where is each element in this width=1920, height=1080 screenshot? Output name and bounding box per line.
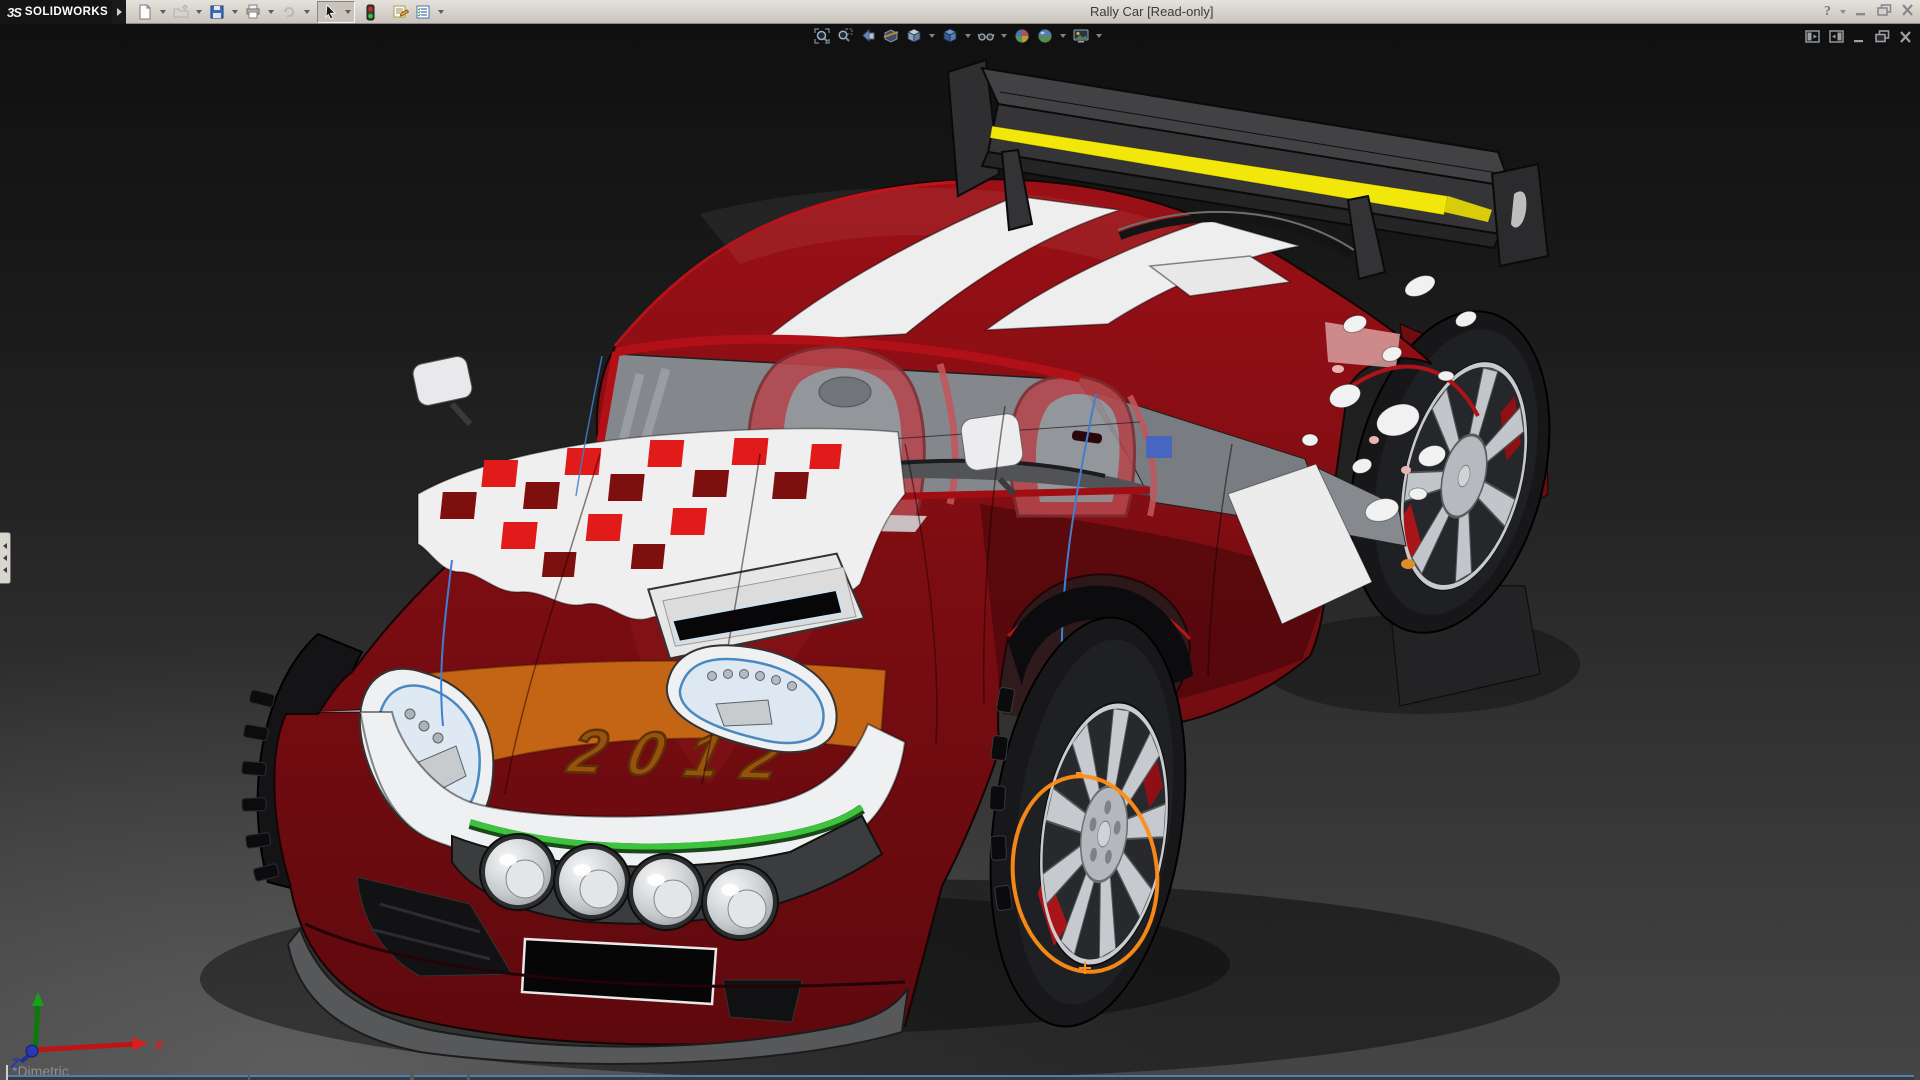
undo-button[interactable] [278, 2, 300, 22]
doc-restore-icon [1875, 30, 1890, 43]
bottom-tab-segment[interactable] [470, 1075, 1914, 1080]
zoom-to-fit-button[interactable] [812, 26, 832, 45]
help-dropdown-caret[interactable] [1840, 10, 1846, 14]
select-tool-button[interactable] [318, 2, 342, 22]
open-document-icon [173, 4, 189, 20]
print-button[interactable] [242, 2, 264, 22]
triad-y-axis [32, 992, 44, 1006]
section-view-button[interactable] [881, 26, 901, 45]
bottom-tab-segment[interactable] [414, 1075, 467, 1080]
view-settings-caret[interactable] [1096, 34, 1102, 38]
edit-appearance-icon [1013, 27, 1031, 45]
save-dropdown-caret[interactable] [232, 10, 238, 14]
doc-close-icon [1899, 31, 1912, 43]
comment-note-icon [392, 4, 409, 20]
standard-toolbar [134, 0, 447, 24]
new-dropdown-caret[interactable] [160, 10, 166, 14]
section-view-icon [882, 27, 900, 45]
previous-view-button[interactable] [858, 26, 878, 45]
triad-x-axis [132, 1037, 148, 1051]
hide-show-items-icon [977, 27, 995, 45]
zoom-to-area-icon [836, 27, 854, 45]
comment-button[interactable] [389, 2, 411, 22]
traffic-light-icon [363, 4, 377, 21]
bottom-tab-segment[interactable] [8, 1075, 248, 1080]
select-dropdown-caret[interactable] [345, 10, 351, 14]
graphics-area[interactable]: 2012 [0, 24, 1920, 1080]
solidworks-window: { "titlebar": { "brand": { "mark": "3S",… [0, 0, 1920, 1080]
view-settings-button[interactable] [1071, 26, 1091, 45]
collapse-arrow-icon [3, 567, 7, 573]
undo-dropdown-caret[interactable] [304, 10, 310, 14]
close-button[interactable] [1901, 3, 1914, 21]
tile-left-icon [1805, 30, 1820, 43]
apply-scene-button[interactable] [1035, 26, 1055, 45]
tile-left-button[interactable] [1805, 30, 1820, 48]
options-button[interactable] [412, 2, 434, 22]
previous-view-icon [859, 27, 877, 45]
orientation-triad: X Z [8, 988, 188, 1072]
doc-minimize-button[interactable] [1853, 30, 1866, 48]
print-dropdown-caret[interactable] [268, 10, 274, 14]
minimize-icon [1855, 5, 1868, 16]
display-style-button[interactable] [940, 26, 960, 45]
triad-x-label: X [153, 1037, 165, 1053]
close-icon [1901, 4, 1914, 16]
solidworks-logo: 3S SOLIDWORKS [0, 0, 112, 24]
rebuild-traffic-light-button[interactable] [359, 2, 381, 22]
document-title: Rally Car [Read-only] [1090, 4, 1214, 19]
print-icon [245, 4, 261, 20]
select-cursor-icon [323, 4, 338, 20]
window-controls: ? [1824, 0, 1914, 24]
view-orientation-caret[interactable] [929, 34, 935, 38]
restore-button[interactable] [1877, 3, 1892, 21]
ds-logo-mark-icon: 3S [7, 5, 21, 20]
tile-right-button[interactable] [1829, 30, 1844, 48]
doc-minimize-icon [1853, 31, 1866, 43]
save-icon [209, 4, 225, 20]
document-window-controls [1805, 30, 1912, 48]
triad-z-axis [26, 1045, 38, 1057]
view-orientation-button[interactable] [904, 26, 924, 45]
doc-close-button[interactable] [1899, 30, 1912, 48]
doc-restore-button[interactable] [1875, 30, 1890, 48]
hide-show-items-button[interactable] [976, 26, 996, 45]
bottom-tabs-strip[interactable] [0, 1075, 1920, 1080]
left-edge-scroll-sliver [6, 1065, 8, 1080]
restore-icon [1877, 4, 1892, 16]
tile-right-icon [1829, 30, 1844, 43]
display-style-caret[interactable] [965, 34, 971, 38]
undo-icon [281, 4, 297, 20]
flyout-arrow-icon [117, 8, 122, 16]
view-orientation-icon [905, 27, 923, 45]
titlebar: 3S SOLIDWORKS [0, 0, 1920, 24]
help-button[interactable]: ? [1824, 4, 1831, 20]
new-document-icon [137, 4, 153, 20]
panel-splitter-tab[interactable] [0, 532, 11, 584]
minimize-button[interactable] [1855, 3, 1868, 21]
open-document-button[interactable] [170, 2, 192, 22]
menu-flyout-arrow[interactable] [112, 0, 126, 24]
open-dropdown-caret[interactable] [196, 10, 202, 14]
options-dropdown-caret[interactable] [438, 10, 444, 14]
select-tool-group [317, 1, 355, 23]
save-button[interactable] [206, 2, 228, 22]
collapse-arrow-icon [3, 543, 7, 549]
options-list-icon [415, 4, 431, 20]
bottom-tab-segment[interactable] [250, 1075, 410, 1080]
collapse-arrow-icon [3, 555, 7, 561]
zoom-to-area-button[interactable] [835, 26, 855, 45]
zoom-to-fit-icon [813, 27, 831, 45]
edit-appearance-button[interactable] [1012, 26, 1032, 45]
headsup-view-toolbar [812, 26, 1104, 45]
license-plate [522, 939, 716, 1004]
brand-name: SOLIDWORKS [25, 6, 108, 18]
rally-car-model: 2012 [0, 24, 1920, 1080]
apply-scene-caret[interactable] [1060, 34, 1066, 38]
view-settings-icon [1072, 27, 1090, 45]
display-style-icon [941, 27, 959, 45]
apply-scene-icon [1036, 27, 1054, 45]
new-document-button[interactable] [134, 2, 156, 22]
hide-show-items-caret[interactable] [1001, 34, 1007, 38]
